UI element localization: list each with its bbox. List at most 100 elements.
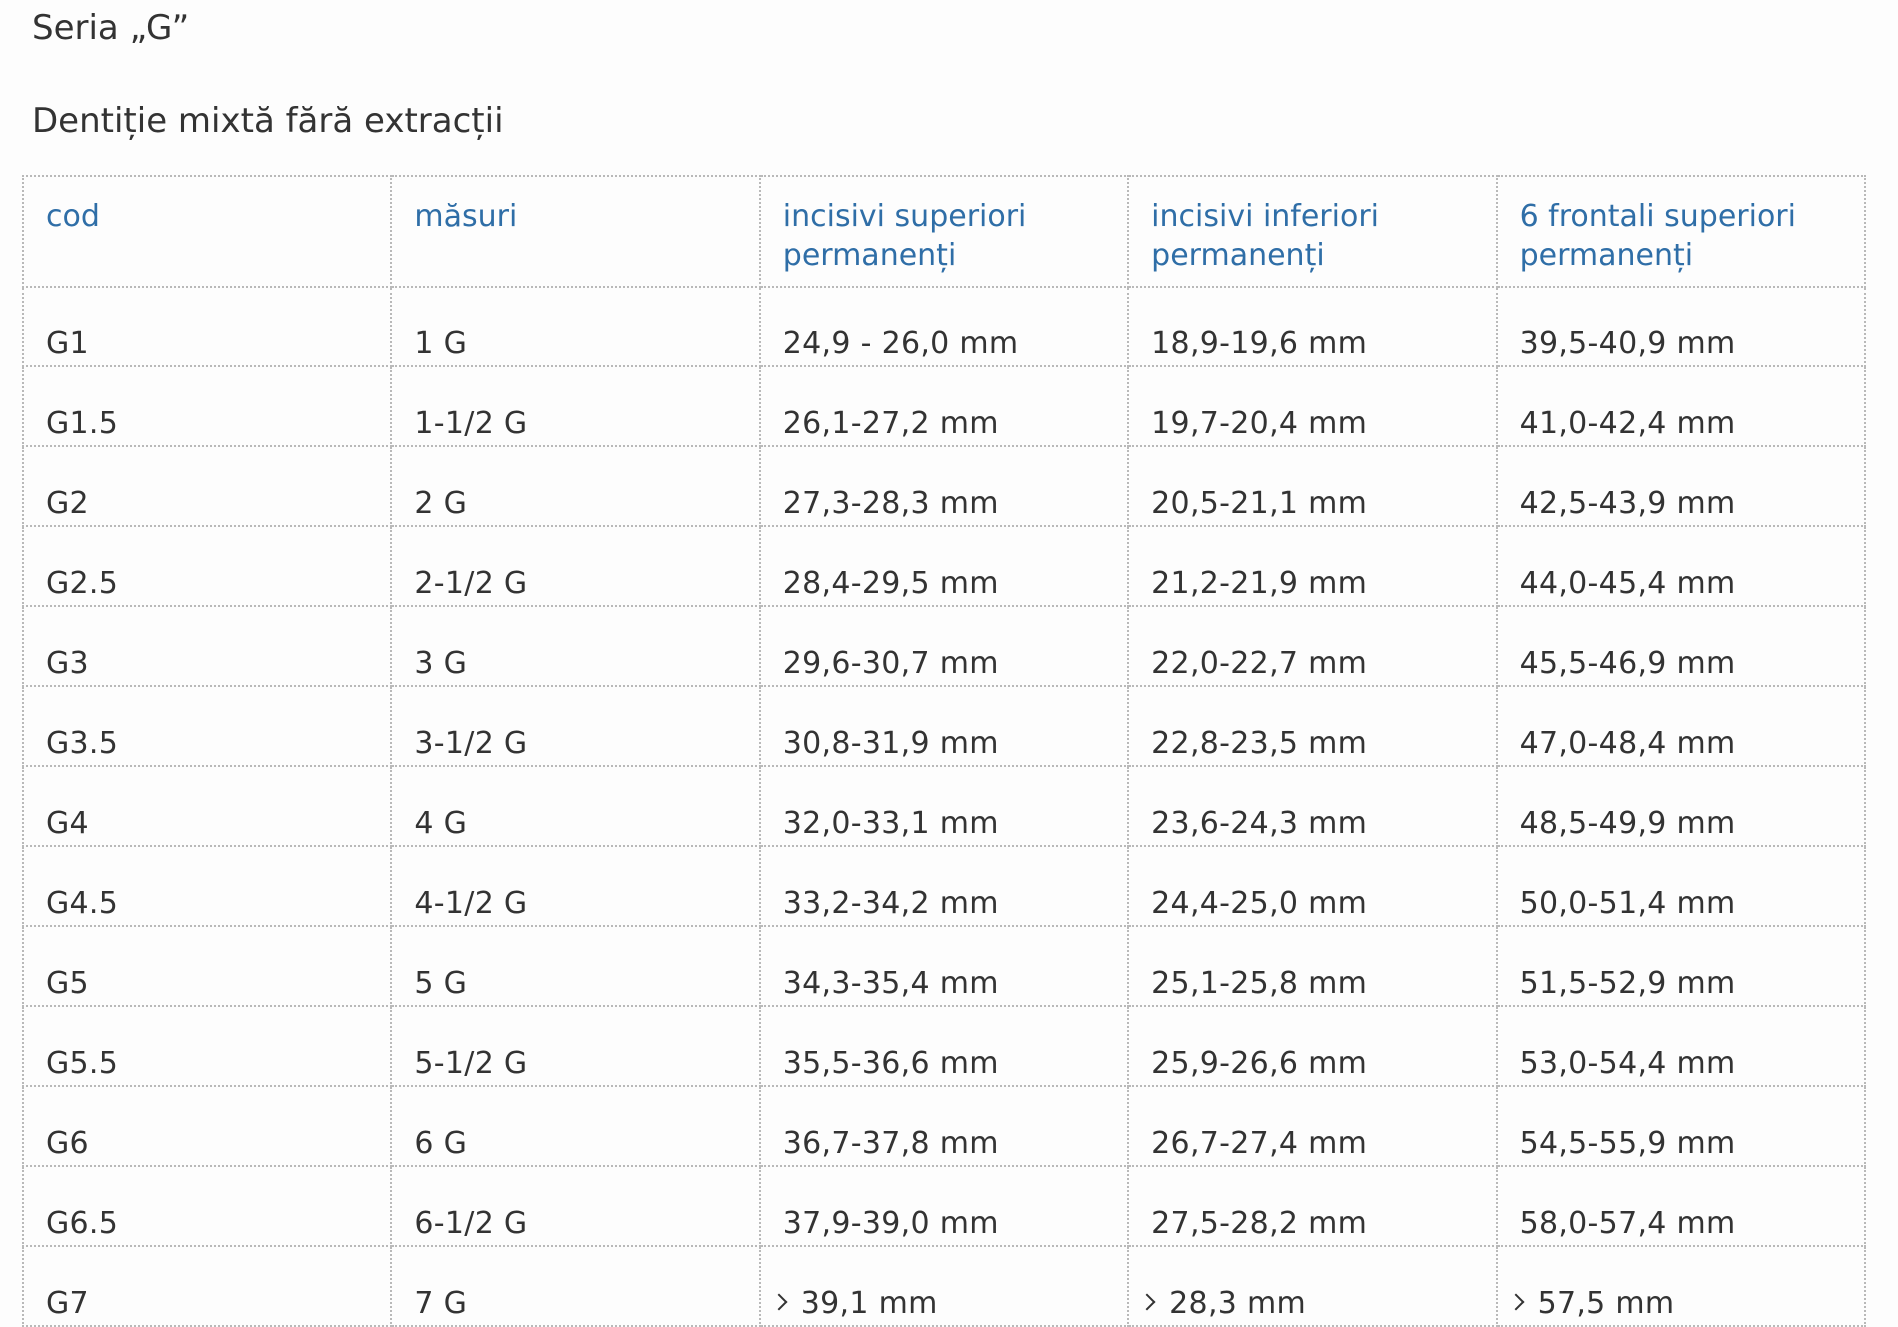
- table-row: G4 4 G 32,0-33,1 mm 23,6-24,3 mm 48,5-49,9 m…: [21, 765, 1867, 847]
- header-frontali-superiori: 6 frontali superiori permanenți: [1495, 175, 1867, 288]
- cell-frontali-superiori: 42,5-43,9 mm: [1495, 445, 1867, 527]
- table-body: G1 1 G 24,9 - 26,0 mm 18,9-19,6 mm 39,5-40,9…: [21, 286, 1867, 1327]
- cell-cod: G1.5: [21, 365, 393, 447]
- cell-frontali-superiori: 51,5-52,9 mm: [1495, 925, 1867, 1007]
- cell-value: 27,3-28,3 mm: [782, 486, 999, 521]
- subtitle: Dentiție mixtă fără extracții: [32, 101, 504, 141]
- cell-incisivi-inferiori: 25,9-26,6 mm: [1127, 1005, 1498, 1087]
- cell-incisivi-superiori: 37,9-39,0 mm: [758, 1165, 1130, 1247]
- cell-masuri: 7 G: [390, 1245, 761, 1327]
- cell-frontali-superiori: 48,5-49,9 mm: [1495, 765, 1867, 847]
- cell-cod: G2: [21, 445, 393, 527]
- cell-value: 42,5-43,9 mm: [1519, 486, 1736, 521]
- table-row: G5 5 G 34,3-35,4 mm 25,1-25,8 mm 51,5-52,9 m…: [21, 925, 1867, 1007]
- cell-masuri: 1 G: [390, 286, 761, 367]
- cell-cod: G1: [21, 286, 393, 367]
- cell-value: 36,7-37,8 mm: [782, 1126, 999, 1161]
- cell-value: 20,5-21,1 mm: [1151, 486, 1368, 521]
- cell-value: 44,0-45,4 mm: [1519, 566, 1736, 601]
- cell-incisivi-superiori: 36,7-37,8 mm: [758, 1085, 1130, 1167]
- cell-cod: G5.5: [21, 1005, 393, 1087]
- sizes-table: cod măsuri incisivi superiori permanenți…: [21, 175, 1867, 1327]
- cell-value: 18,9-19,6 mm: [1151, 326, 1368, 361]
- cell-value: 4 G: [414, 806, 468, 841]
- cell-masuri: 2 G: [390, 445, 761, 527]
- table-row: G2.5 2-1/2 G 28,4-29,5 mm 21,2-21,9 mm 44,0-…: [21, 525, 1867, 607]
- cell-incisivi-inferiori: 22,8-23,5 mm: [1127, 685, 1498, 767]
- cell-masuri: 5-1/2 G: [390, 1005, 761, 1087]
- cell-incisivi-inferiori: 27,5-28,2 mm: [1127, 1165, 1498, 1247]
- cell-value: 24,9 - 26,0 mm: [782, 326, 1019, 361]
- cell-incisivi-inferiori: 23,6-24,3 mm: [1127, 765, 1498, 847]
- cell-value: 1 G: [414, 326, 468, 361]
- cell-cod: G5: [21, 925, 393, 1007]
- cell-value: G4.5: [46, 886, 119, 921]
- cell-value: 3 G: [414, 646, 468, 681]
- cell-value: 57,5 mm: [1537, 1286, 1675, 1321]
- cell-value: G3.5: [46, 726, 119, 761]
- cell-incisivi-superiori: 35,5-36,6 mm: [758, 1005, 1130, 1087]
- cell-incisivi-superiori: 28,4-29,5 mm: [758, 525, 1130, 607]
- cell-incisivi-inferiori: 25,1-25,8 mm: [1127, 925, 1498, 1007]
- cell-incisivi-inferiori: 24,4-25,0 mm: [1127, 845, 1498, 927]
- cell-value: G1: [46, 326, 89, 361]
- cell-value: 39,1 mm: [800, 1286, 938, 1321]
- cell-value: 5-1/2 G: [414, 1046, 528, 1081]
- cell-value: G5: [46, 966, 89, 1001]
- table-row: G3 3 G 29,6-30,7 mm 22,0-22,7 mm 45,5-46,9 m…: [21, 605, 1867, 687]
- cell-value: 32,0-33,1 mm: [782, 806, 999, 841]
- cell-incisivi-inferiori: 28,3 mm: [1127, 1245, 1498, 1327]
- header-cod: cod: [21, 175, 393, 288]
- cell-value: 30,8-31,9 mm: [782, 726, 999, 761]
- cell-incisivi-inferiori: 19,7-20,4 mm: [1127, 365, 1498, 447]
- cell-frontali-superiori: 47,0-48,4 mm: [1495, 685, 1867, 767]
- cell-incisivi-superiori: 32,0-33,1 mm: [758, 765, 1130, 847]
- header-row: cod măsuri incisivi superiori permanenți…: [21, 175, 1867, 288]
- cell-masuri: 3-1/2 G: [390, 685, 761, 767]
- table-row: G6 6 G 36,7-37,8 mm 26,7-27,4 mm 54,5-55,9 m…: [21, 1085, 1867, 1167]
- cell-value: 24,4-25,0 mm: [1151, 886, 1368, 921]
- cell-frontali-superiori: 39,5-40,9 mm: [1495, 286, 1867, 367]
- series-title: Seria „G”: [32, 8, 190, 48]
- cell-value: 21,2-21,9 mm: [1151, 566, 1368, 601]
- cell-masuri: 6 G: [390, 1085, 761, 1167]
- cell-value: G6.5: [46, 1206, 119, 1241]
- cell-value: 3-1/2 G: [414, 726, 528, 761]
- cell-value: 48,5-49,9 mm: [1519, 806, 1736, 841]
- cell-value: 23,6-24,3 mm: [1151, 806, 1368, 841]
- cell-value: 34,3-35,4 mm: [782, 966, 999, 1001]
- cell-value: G6: [46, 1126, 89, 1161]
- cell-value: G4: [46, 806, 89, 841]
- table-row: G5.5 5-1/2 G 35,5-36,6 mm 25,9-26,6 mm 53,0-…: [21, 1005, 1867, 1087]
- cell-cod: G3.5: [21, 685, 393, 767]
- cell-value: 41,0-42,4 mm: [1519, 406, 1736, 441]
- cell-frontali-superiori: 50,0-51,4 mm: [1495, 845, 1867, 927]
- cell-value: G7: [46, 1286, 89, 1321]
- table-row: G7 7 G 39,1 mm 28,3 mm 57,5 mm: [21, 1245, 1867, 1327]
- cell-value: 53,0-54,4 mm: [1519, 1046, 1736, 1081]
- header-incisivi-superiori: incisivi superiori permanenți: [758, 175, 1130, 288]
- cell-incisivi-inferiori: 21,2-21,9 mm: [1127, 525, 1498, 607]
- cell-value: 35,5-36,6 mm: [782, 1046, 999, 1081]
- cell-value: 28,3 mm: [1169, 1286, 1307, 1321]
- cell-value: 1-1/2 G: [414, 406, 528, 441]
- cell-value: G2.5: [46, 566, 119, 601]
- cell-incisivi-superiori: 26,1-27,2 mm: [758, 365, 1130, 447]
- cell-value: G5.5: [46, 1046, 119, 1081]
- cell-value: 2 G: [414, 486, 468, 521]
- cell-incisivi-inferiori: 18,9-19,6 mm: [1127, 286, 1498, 367]
- cell-incisivi-superiori: 39,1 mm: [758, 1245, 1130, 1327]
- cell-value: 7 G: [414, 1286, 468, 1321]
- cell-frontali-superiori: 54,5-55,9 mm: [1495, 1085, 1867, 1167]
- cell-value: 51,5-52,9 mm: [1519, 966, 1736, 1001]
- cell-value: 22,0-22,7 mm: [1151, 646, 1368, 681]
- cell-value: 27,5-28,2 mm: [1151, 1206, 1368, 1241]
- cell-value: 39,5-40,9 mm: [1519, 326, 1736, 361]
- table-row: G1 1 G 24,9 - 26,0 mm 18,9-19,6 mm 39,5-40,9…: [21, 286, 1867, 367]
- cell-cod: G7: [21, 1245, 393, 1327]
- cell-incisivi-superiori: 33,2-34,2 mm: [758, 845, 1130, 927]
- table-row: G6.5 6-1/2 G 37,9-39,0 mm 27,5-28,2 mm 58,0-…: [21, 1165, 1867, 1247]
- cell-frontali-superiori: 57,5 mm: [1495, 1245, 1867, 1327]
- header-masuri: măsuri: [390, 175, 761, 288]
- cell-masuri: 2-1/2 G: [390, 525, 761, 607]
